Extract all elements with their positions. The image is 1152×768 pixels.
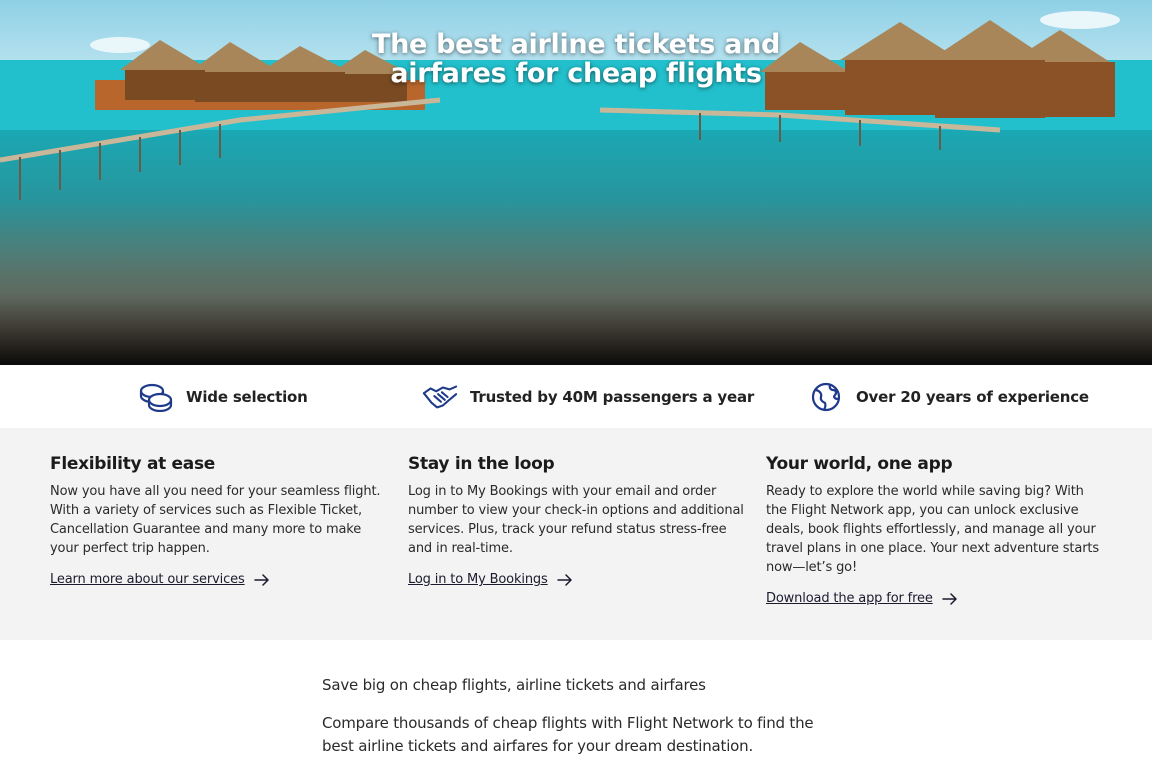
feature-wide-selection: Wide selection: [138, 365, 308, 428]
intro-lead: Save big on cheap flights, airline ticke…: [322, 676, 706, 694]
my-bookings-link[interactable]: Log in to My Bookings: [408, 572, 573, 587]
coins-icon: [138, 381, 174, 413]
intro-description: Compare thousands of cheap flights with …: [322, 714, 814, 755]
seo-intro: Save big on cheap flights, airline ticke…: [322, 676, 822, 758]
info-card-app: Your world, one app Ready to explore the…: [766, 454, 1106, 607]
feature-experience: Over 20 years of experience: [808, 365, 1089, 428]
hero-title-line2: airfares for cheap flights: [390, 58, 762, 89]
hero-title: The best airline tickets and airfares fo…: [0, 30, 1152, 88]
link-label: Learn more about our services: [50, 572, 245, 587]
info-section: Flexibility at ease Now you have all you…: [0, 428, 1152, 640]
download-app-link[interactable]: Download the app for free: [766, 591, 958, 606]
card-title: Your world, one app: [766, 454, 953, 474]
feature-label: Over 20 years of experience: [856, 387, 1089, 406]
arrow-right-icon: [253, 573, 270, 586]
info-card-stay-in-loop: Stay in the loop Log in to My Bookings w…: [408, 454, 748, 588]
features-bar: Wide selection Trusted by 40M passengers…: [0, 365, 1152, 428]
hero-title-line1: The best airline tickets and: [371, 29, 781, 60]
card-body: Ready to explore the world while saving …: [766, 484, 1099, 575]
info-card-flexibility: Flexibility at ease Now you have all you…: [50, 454, 390, 588]
card-body: Log in to My Bookings with your email an…: [408, 484, 744, 556]
learn-more-services-link[interactable]: Learn more about our services: [50, 572, 270, 587]
link-label: Download the app for free: [766, 591, 933, 606]
feature-label: Wide selection: [186, 387, 308, 406]
globe-icon: [808, 381, 844, 413]
hero-banner: The best airline tickets and airfares fo…: [0, 0, 1152, 365]
feature-label: Trusted by 40M passengers a year: [470, 387, 755, 406]
arrow-right-icon: [556, 573, 573, 586]
card-title: Stay in the loop: [408, 454, 555, 474]
arrow-right-icon: [941, 592, 958, 605]
card-title: Flexibility at ease: [50, 454, 216, 474]
feature-trusted: Trusted by 40M passengers a year: [422, 365, 754, 428]
link-label: Log in to My Bookings: [408, 572, 548, 587]
handshake-icon: [422, 381, 458, 413]
card-body: Now you have all you need for your seaml…: [50, 484, 381, 556]
